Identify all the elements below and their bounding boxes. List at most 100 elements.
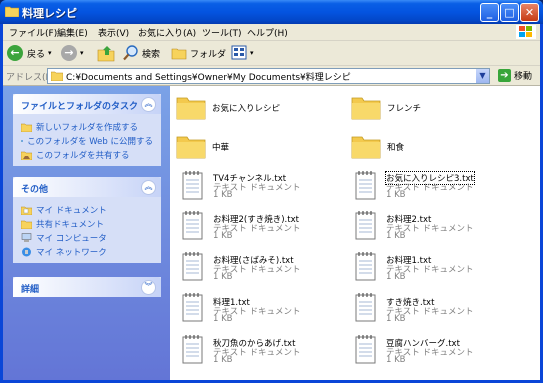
panel-title: 詳細 (21, 285, 40, 295)
search-button[interactable]: 検索 (123, 43, 160, 63)
file-item[interactable]: 秋刀魚のからあげ.txt テキスト ドキュメント 1 KB (182, 335, 332, 375)
back-button[interactable]: ← 戻る ▾ (7, 43, 52, 63)
file-size: 1 KB (386, 314, 406, 324)
my-network-icon (22, 247, 31, 257)
place-my-network[interactable]: マイ ネットワーク (21, 245, 153, 259)
file-size: 1 KB (213, 231, 233, 241)
back-label: 戻る (27, 49, 46, 60)
address-value: C:¥Documents and Settings¥Owner¥My Docum… (66, 73, 351, 83)
file-size: 1 KB (386, 231, 406, 241)
place-shared-documents[interactable]: 共有ドキュメント (21, 217, 153, 231)
text-document-icon (182, 252, 203, 281)
folders-button[interactable]: フォルダ (171, 43, 226, 63)
address-input[interactable]: C:¥Documents and Settings¥Owner¥My Docum… (47, 68, 490, 84)
search-label: 検索 (142, 49, 161, 60)
menu-favorites[interactable]: お気に入り(A) (138, 26, 196, 39)
task-publish-web[interactable]: このフォルダを Web に公開する (21, 134, 153, 148)
collapse-chevron-icon[interactable]: ︽ (141, 180, 156, 195)
folder-item[interactable]: 中華 (176, 133, 326, 173)
menu-help[interactable]: ヘルプ(H) (247, 26, 288, 39)
file-item[interactable]: 豆腐ハンバーグ.txt テキスト ドキュメント 1 KB (355, 335, 505, 375)
folder-item[interactable]: お気に入りレシピ (176, 94, 326, 134)
panel-title: ファイルとフォルダのタスク (21, 102, 139, 112)
up-folder-button[interactable] (97, 43, 115, 63)
task-new-folder[interactable]: 新しいフォルダを作成する (21, 120, 153, 134)
globe-icon (21, 140, 23, 142)
views-button[interactable]: ▾ (231, 43, 254, 63)
menu-file[interactable]: ファイル(F) (9, 26, 57, 39)
text-document-icon (355, 252, 376, 281)
explorer-window: 料理レシピ _ □ ✕ ファイル(F) 編集(E) 表示(V) お気に入り(A)… (0, 0, 543, 383)
title-bar[interactable]: 料理レシピ _ □ ✕ (0, 0, 543, 24)
back-arrow-icon: ← (7, 45, 23, 61)
new-folder-icon (21, 123, 32, 132)
left-border (0, 24, 3, 383)
file-size: 1 KB (386, 190, 406, 200)
folder-icon (176, 136, 206, 159)
text-document-icon (355, 171, 376, 200)
panel-header[interactable]: ファイルとフォルダのタスク ︽ (13, 94, 161, 114)
folder-name: フレンチ (387, 104, 422, 114)
text-document-icon (182, 293, 203, 322)
search-icon (123, 45, 138, 61)
folder-name: 中華 (212, 143, 230, 153)
go-arrow-icon: ➔ (498, 69, 511, 82)
text-document-icon (355, 335, 376, 364)
place-my-documents[interactable]: マイ ドキュメント (21, 203, 153, 217)
file-size: 1 KB (386, 272, 406, 282)
task-label: 新しいフォルダを作成する (36, 123, 139, 133)
panel-header[interactable]: その他 ︽ (13, 177, 161, 197)
menu-bar: ファイル(F) 編集(E) 表示(V) お気に入り(A) ツール(T) ヘルプ(… (3, 24, 540, 41)
place-label: マイ ドキュメント (36, 206, 107, 216)
address-dropdown-button[interactable]: ▼ (476, 69, 489, 83)
task-label: このフォルダを共有する (36, 151, 130, 161)
folder-icon (5, 6, 19, 17)
forward-button[interactable]: → ▾ (61, 43, 84, 63)
file-size: 1 KB (386, 355, 406, 365)
file-size: 1 KB (213, 314, 233, 324)
folder-icon (351, 97, 381, 120)
folders-label: フォルダ (190, 49, 227, 60)
text-document-icon (182, 171, 203, 200)
folder-icon (176, 97, 206, 120)
place-label: マイ ネットワーク (36, 248, 107, 258)
file-item[interactable]: すき焼き.txt テキスト ドキュメント 1 KB (355, 293, 505, 333)
expand-chevron-icon[interactable]: ︾ (141, 280, 156, 295)
file-item[interactable]: お気に入りレシピ3.txt テキスト ドキュメント 1 KB (355, 171, 505, 211)
panel-title: その他 (21, 185, 49, 195)
menu-tools[interactable]: ツール(T) (202, 26, 242, 39)
menu-view[interactable]: 表示(V) (98, 26, 129, 39)
my-computer-icon (21, 233, 32, 242)
maximize-button[interactable]: □ (500, 3, 519, 22)
close-button[interactable]: ✕ (520, 3, 539, 22)
task-share-folder[interactable]: このフォルダを共有する (21, 148, 153, 162)
folder-item[interactable]: フレンチ (351, 94, 501, 134)
file-item[interactable]: お料理1.txt テキスト ドキュメント 1 KB (355, 252, 505, 292)
views-icon (231, 45, 247, 60)
folder-icon (351, 136, 381, 159)
task-label: このフォルダを Web に公開する (27, 137, 153, 147)
file-folder-tasks-panel: ファイルとフォルダのタスク ︽ 新しいフォルダを作成する このフォルダを Web… (13, 94, 161, 166)
place-label: 共有ドキュメント (36, 220, 105, 230)
go-label: 移動 (514, 72, 533, 82)
share-folder-icon (21, 151, 32, 160)
folder-item[interactable]: 和食 (351, 133, 501, 173)
panel-header[interactable]: 詳細 ︾ (13, 277, 161, 297)
forward-arrow-icon: → (61, 45, 77, 61)
go-button[interactable]: ➔ 移動 (498, 68, 532, 83)
text-document-icon (182, 335, 203, 364)
file-item[interactable]: 料理1.txt テキスト ドキュメント 1 KB (182, 293, 332, 333)
folders-icon (171, 48, 187, 60)
file-size: 1 KB (213, 190, 233, 200)
details-panel: 詳細 ︾ (13, 277, 161, 297)
collapse-chevron-icon[interactable]: ︽ (141, 97, 156, 112)
file-size: 1 KB (213, 272, 233, 282)
file-item[interactable]: お料理2.txt テキスト ドキュメント 1 KB (355, 211, 505, 251)
file-item[interactable]: お料理(さばみそ).txt テキスト ドキュメント 1 KB (182, 252, 332, 292)
file-item[interactable]: お料理2(すき焼き).txt テキスト ドキュメント 1 KB (182, 211, 332, 251)
place-my-computer[interactable]: マイ コンピュータ (21, 231, 153, 245)
file-item[interactable]: TV4チャンネル.txt テキスト ドキュメント 1 KB (182, 171, 332, 211)
menu-edit[interactable]: 編集(E) (57, 26, 88, 39)
minimize-button[interactable]: _ (480, 3, 499, 22)
text-document-icon (182, 211, 203, 240)
